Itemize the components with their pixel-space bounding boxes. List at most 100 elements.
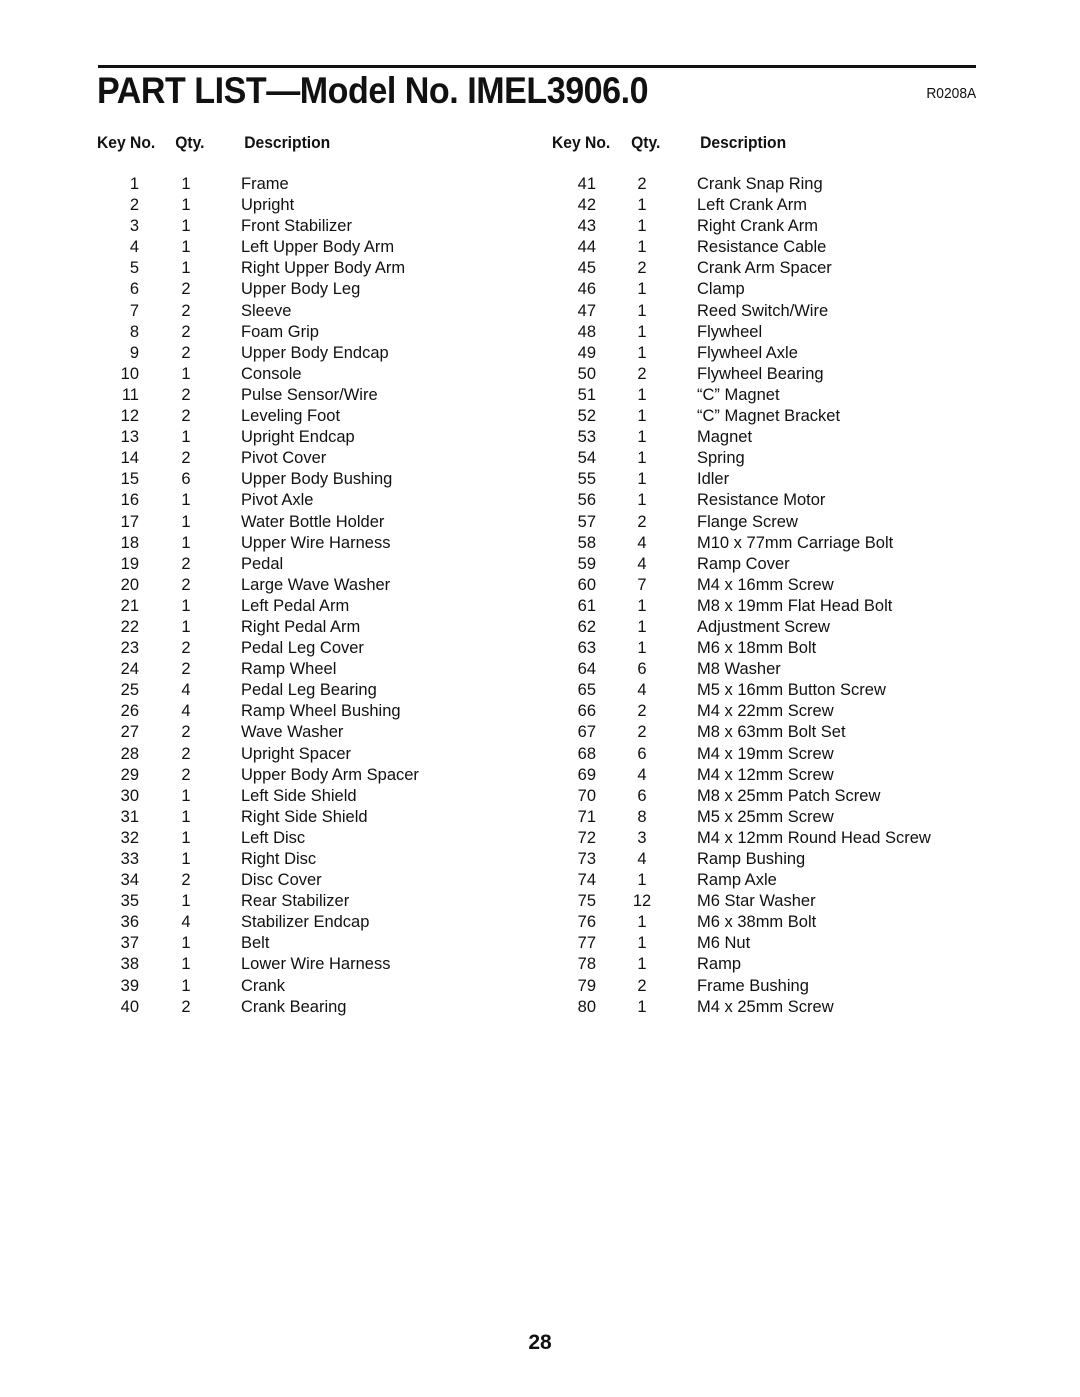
part-row: 37 1 Belt <box>97 933 517 954</box>
part-qty: 1 <box>181 976 191 995</box>
part-description: Crank Arm Spacer <box>697 259 832 278</box>
part-row: 17 1 Water Bottle Holder <box>97 512 517 533</box>
part-description: Idler <box>697 470 730 489</box>
part-key-no: 72 <box>577 828 596 847</box>
part-qty: 1 <box>637 280 647 299</box>
part-key-no: 68 <box>577 744 596 763</box>
part-description: Pulse Sensor/Wire <box>241 385 378 404</box>
part-key-no: 41 <box>577 175 596 193</box>
part-key-no: 75 <box>577 892 596 911</box>
part-row: 41 2 Crank Snap Ring <box>552 174 982 195</box>
part-qty: 1 <box>637 449 647 468</box>
part-row: 68 6 M4 x 19mm Screw <box>552 744 982 765</box>
part-description: Lower Wire Harness <box>241 955 391 974</box>
part-description: Upright Endcap <box>241 428 355 447</box>
parts-list-right: 41 2 Crank Snap Ring 42 1 Left Crank Arm 43 1 Ri… <box>552 174 982 1018</box>
part-row: 39 1 Crank <box>97 976 517 997</box>
part-description: Flywheel <box>697 322 763 341</box>
part-key-no: 73 <box>577 850 596 868</box>
part-row: 74 1 Ramp Axle <box>552 870 982 891</box>
description-header: Description <box>244 133 331 152</box>
part-key-no: 23 <box>120 639 139 658</box>
part-description: Magnet <box>697 428 753 447</box>
part-key-no: 44 <box>577 238 596 257</box>
part-description: Ramp Cover <box>697 554 790 573</box>
part-description: Crank <box>241 976 286 995</box>
part-qty: 4 <box>637 765 647 784</box>
part-qty: 1 <box>181 196 191 215</box>
part-row: 38 1 Lower Wire Harness <box>97 954 517 975</box>
part-row: 32 1 Left Disc <box>97 828 517 849</box>
part-qty: 2 <box>181 744 191 763</box>
part-description: Leveling Foot <box>241 407 341 426</box>
part-row: 20 2 Large Wave Washer <box>97 575 517 596</box>
part-description: “C” Magnet <box>697 385 780 404</box>
part-key-no: 60 <box>577 575 596 594</box>
part-key-no: 65 <box>577 681 596 700</box>
part-key-no: 17 <box>120 512 139 531</box>
part-description: M6 x 18mm Bolt <box>697 639 817 658</box>
part-key-no: 11 <box>121 385 139 404</box>
part-description: Belt <box>241 934 270 953</box>
part-row: 43 1 Right Crank Arm <box>552 216 982 237</box>
part-key-no: 62 <box>577 617 596 636</box>
part-key-no: 78 <box>577 955 596 974</box>
part-row: 45 2 Crank Arm Spacer <box>552 258 982 279</box>
part-description: Right Crank Arm <box>697 217 819 236</box>
part-description: Upper Body Bushing <box>241 470 393 489</box>
part-qty: 4 <box>181 913 191 932</box>
part-description: Resistance Motor <box>697 491 826 510</box>
part-qty: 2 <box>181 554 191 573</box>
part-row: 76 1 M6 x 38mm Bolt <box>552 912 982 933</box>
part-qty: 1 <box>637 322 647 341</box>
qty-header: Qty. <box>175 133 205 152</box>
part-row: 79 2 Frame Bushing <box>552 976 982 997</box>
part-row: 59 4 Ramp Cover <box>552 554 982 575</box>
part-qty: 2 <box>637 702 647 721</box>
part-key-no: 4 <box>129 238 139 257</box>
part-row: 3 1 Front Stabilizer <box>97 216 517 237</box>
part-description: M5 x 16mm Button Screw <box>697 681 886 700</box>
key-no-header: Key No. <box>97 133 156 152</box>
part-row: 4 1 Left Upper Body Arm <box>97 237 517 258</box>
part-row: 2 1 Upright <box>97 195 517 216</box>
part-qty: 6 <box>637 660 647 679</box>
part-key-no: 2 <box>129 196 139 215</box>
part-qty: 1 <box>181 596 191 615</box>
part-qty: 1 <box>637 343 647 362</box>
part-description: Crank Snap Ring <box>697 175 823 193</box>
part-key-no: 15 <box>120 470 139 489</box>
part-qty: 1 <box>637 407 647 426</box>
part-row: 44 1 Resistance Cable <box>552 237 982 258</box>
part-key-no: 13 <box>120 428 139 447</box>
part-qty: 2 <box>637 175 647 193</box>
part-row: 35 1 Rear Stabilizer <box>97 891 517 912</box>
part-qty: 6 <box>637 786 647 805</box>
part-key-no: 42 <box>577 196 596 215</box>
part-key-no: 5 <box>129 259 139 278</box>
page-number: 28 <box>528 1331 552 1354</box>
part-row: 19 2 Pedal <box>97 554 517 575</box>
part-key-no: 38 <box>120 955 139 974</box>
part-description: Console <box>241 364 302 383</box>
part-row: 1 1 Frame <box>97 174 517 195</box>
part-qty: 1 <box>181 934 191 953</box>
part-qty: 1 <box>637 470 647 489</box>
part-key-no: 24 <box>120 660 139 679</box>
part-qty: 2 <box>181 385 191 404</box>
part-qty: 2 <box>181 322 191 341</box>
part-key-no: 22 <box>120 617 139 636</box>
part-key-no: 43 <box>577 217 596 236</box>
parts-list-left: 1 1 Frame 2 1 Upright 3 1 Front Stabilizer 4 1 Left… <box>97 174 517 1018</box>
part-description: Ramp Wheel Bushing <box>241 702 401 721</box>
part-qty: 4 <box>637 554 647 573</box>
part-row: 69 4 M4 x 12mm Screw <box>552 765 982 786</box>
part-description: Pedal <box>241 554 284 573</box>
part-row: 36 4 Stabilizer Endcap <box>97 912 517 933</box>
part-key-no: 8 <box>129 322 139 341</box>
part-qty: 4 <box>181 702 191 721</box>
part-key-no: 71 <box>577 807 596 826</box>
part-row: 48 1 Flywheel <box>552 322 982 343</box>
part-qty: 2 <box>181 997 191 1016</box>
part-key-no: 67 <box>577 723 596 742</box>
